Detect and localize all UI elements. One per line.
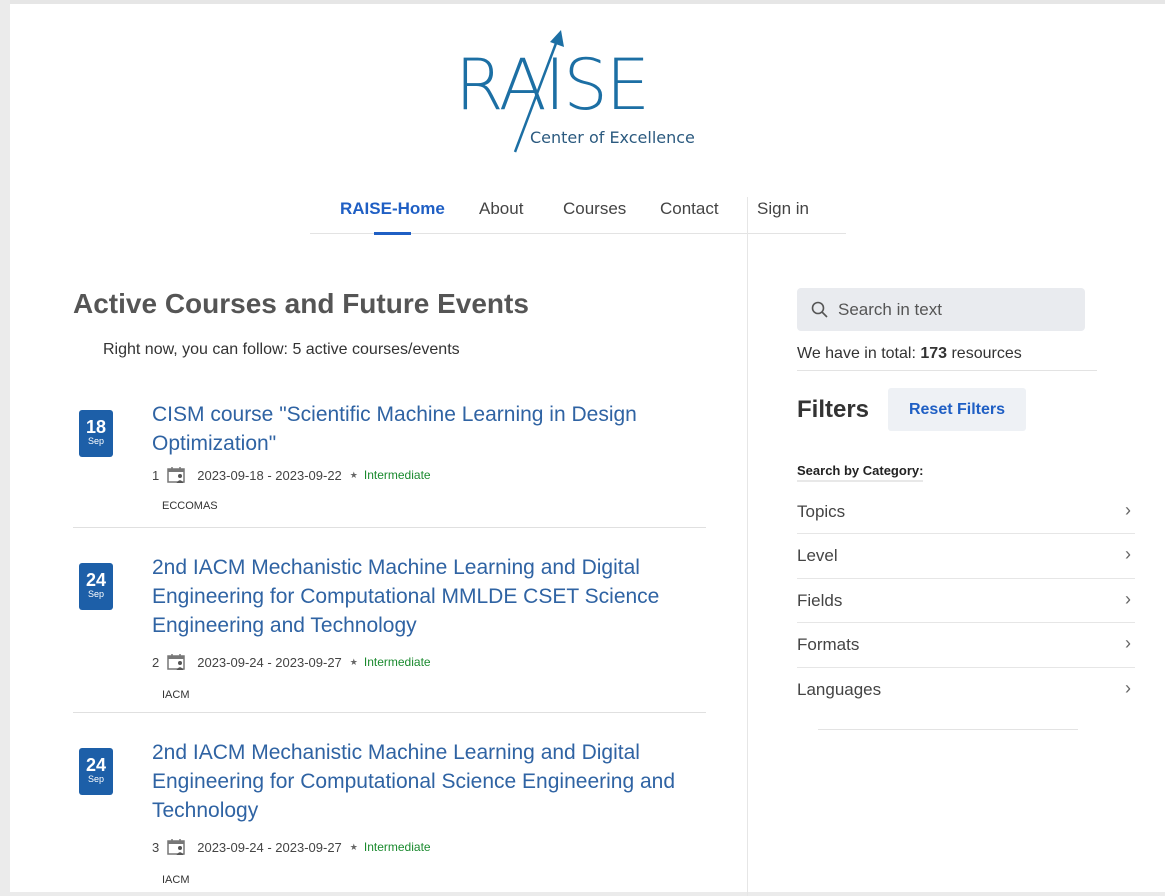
course-item: 24 Sep 2nd IACM Mechanistic Machine Lear… [73, 553, 706, 703]
date-badge: 18 Sep [79, 410, 113, 457]
course-title-link[interactable]: 2nd IACM Mechanistic Machine Learning an… [152, 738, 712, 825]
course-separator [73, 712, 706, 713]
divider [818, 729, 1078, 730]
course-dates: 2023-09-24 - 2023-09-27 [197, 839, 342, 855]
search-icon [811, 301, 828, 318]
course-organizer: ECCOMAS [162, 500, 218, 512]
course-item: 24 Sep 2nd IACM Mechanistic Machine Lear… [73, 738, 706, 896]
calendar-user-icon [167, 839, 185, 855]
category-label-text: Formats [797, 635, 860, 654]
logo-subtitle: Center of Excellence [530, 128, 695, 147]
chevron-right-icon: › [1125, 633, 1131, 653]
course-title-link[interactable]: 2nd IACM Mechanistic Machine Learning an… [152, 553, 712, 640]
search-input[interactable] [836, 298, 1080, 321]
page-title: Active Courses and Future Events [73, 288, 529, 319]
main-nav: RAISE-Home About Courses Contact Sign in [310, 189, 846, 234]
star-icon: ★ [349, 469, 358, 480]
total-count: 173 [920, 345, 948, 362]
course-item: 18 Sep CISM course "Scientific Machine L… [73, 400, 706, 520]
category-level[interactable]: Level › [797, 534, 1135, 578]
course-separator [73, 527, 706, 528]
calendar-user-icon [167, 654, 185, 670]
category-label-text: Languages [797, 680, 882, 699]
total-suffix: resources [947, 345, 1022, 362]
page: RAISE Center of Excellence RAISE-Home Ab… [10, 0, 1165, 896]
date-day: 24 [85, 755, 107, 775]
date-month: Sep [87, 774, 104, 784]
total-prefix: We have in total: [797, 345, 921, 362]
star-icon: ★ [349, 656, 358, 667]
column-divider [747, 197, 748, 896]
resource-total: We have in total: 173 resources [797, 345, 1022, 363]
nav-about[interactable]: About [479, 199, 523, 219]
category-formats[interactable]: Formats › [797, 623, 1135, 667]
category-label-text: Level [797, 546, 838, 565]
raise-logo[interactable]: RAISE Center of Excellence [455, 24, 715, 159]
filters-heading: Filters [797, 396, 870, 423]
course-meta: 3 2023-09-24 - 2023-09-27 ★ Intermediate [152, 838, 431, 856]
course-organizer: IACM [162, 689, 190, 701]
nav-active-indicator [374, 232, 411, 235]
date-month: Sep [87, 589, 104, 599]
nav-sign-in[interactable]: Sign in [757, 199, 809, 219]
date-badge: 24 Sep [79, 563, 113, 610]
date-month: Sep [87, 436, 104, 446]
course-meta: 2 2023-09-24 - 2023-09-27 ★ Intermediate [152, 653, 431, 671]
course-number: 2 [152, 654, 160, 670]
category-label-text: Topics [797, 502, 846, 521]
chevron-right-icon: › [1125, 500, 1131, 520]
course-level: Intermediate [363, 468, 431, 482]
course-level: Intermediate [363, 840, 431, 854]
course-number: 3 [152, 839, 160, 855]
course-dates: 2023-09-24 - 2023-09-27 [197, 654, 342, 670]
category-fields[interactable]: Fields › [797, 579, 1135, 623]
course-dates: 2023-09-18 - 2023-09-22 [197, 467, 342, 483]
star-icon: ★ [349, 841, 358, 852]
category-label-text: Fields [797, 591, 843, 610]
category-label: Search by Category: [797, 463, 924, 482]
course-title-link[interactable]: CISM course "Scientific Machine Learning… [152, 400, 712, 458]
calendar-user-icon [167, 467, 185, 483]
search-box [797, 288, 1085, 331]
logo-text: RAISE [455, 44, 650, 126]
course-organizer: IACM [162, 874, 190, 886]
chevron-right-icon: › [1125, 678, 1131, 698]
divider [797, 370, 1097, 371]
date-day: 18 [85, 417, 107, 437]
nav-raise-home[interactable]: RAISE-Home [340, 199, 445, 219]
nav-courses[interactable]: Courses [563, 199, 626, 219]
date-day: 24 [85, 570, 107, 590]
active-count-text: Right now, you can follow: 5 active cour… [103, 341, 460, 358]
chevron-right-icon: › [1125, 544, 1131, 564]
course-level: Intermediate [363, 655, 431, 669]
course-number: 1 [152, 467, 160, 483]
date-badge: 24 Sep [79, 748, 113, 795]
nav-contact[interactable]: Contact [660, 199, 719, 219]
reset-filters-button[interactable]: Reset Filters [888, 388, 1026, 431]
course-meta: 1 2023-09-18 - 2023-09-22 ★ Intermediate [152, 466, 431, 484]
category-languages[interactable]: Languages › [797, 668, 1135, 712]
category-topics[interactable]: Topics › [797, 490, 1135, 534]
chevron-right-icon: › [1125, 589, 1131, 609]
